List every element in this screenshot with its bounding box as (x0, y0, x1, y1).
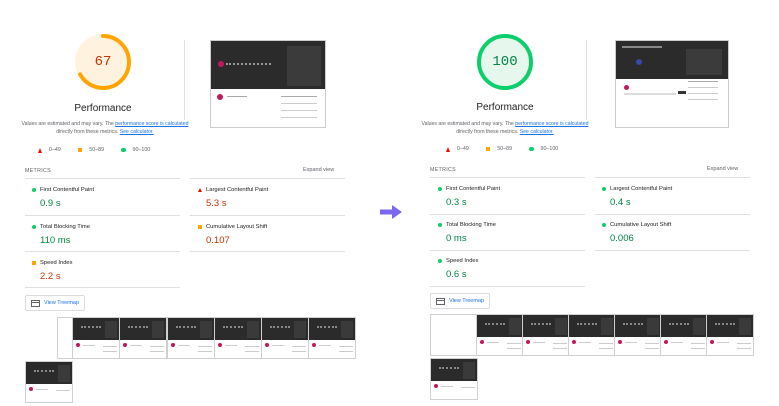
filmstrip-frame (308, 317, 356, 359)
filmstrip-frame (660, 314, 708, 356)
score-legend: 0–49 50–89 90–100 (38, 147, 167, 153)
filmstrip-frame (476, 314, 524, 356)
metrics-heading: METRICS (25, 168, 51, 174)
filmstrip-frame (522, 314, 570, 356)
pass-circle-icon (121, 147, 126, 153)
divider (190, 215, 345, 216)
performance-gauge: 100 (475, 32, 535, 92)
divider (184, 40, 185, 120)
performance-title: Performance (476, 102, 534, 113)
filmstrip-frame (430, 314, 478, 356)
divider (190, 178, 345, 179)
metric-status-icon (32, 188, 36, 192)
filmstrip-frame (614, 314, 662, 356)
filmstrip-frame (167, 317, 215, 359)
metric-status-icon (438, 187, 442, 191)
performance-score-link[interactable]: performance score is calculated (515, 121, 588, 127)
arrow-right-icon (380, 205, 402, 219)
treemap-icon (31, 299, 40, 307)
metric-status-icon (32, 261, 36, 265)
filmstrip-frame (261, 317, 309, 359)
divider (595, 177, 750, 178)
average-square-icon (485, 146, 491, 152)
divider (25, 251, 180, 252)
divider (586, 40, 587, 120)
divider (430, 250, 585, 251)
pass-circle-icon (529, 146, 534, 152)
metric-status-icon (32, 225, 36, 229)
expand-view-toggle[interactable]: Expand view (707, 166, 738, 172)
divider (595, 250, 750, 251)
divider (190, 251, 345, 252)
expand-view-toggle[interactable]: Expand view (303, 167, 334, 173)
report-before: 67 Performance Values are estimated and … (10, 0, 356, 406)
filmstrip-frame (706, 314, 754, 356)
report-after: 100 Performance Values are estimated and… (418, 0, 758, 406)
divider (430, 286, 585, 287)
score-legend: 0–49 50–89 90–100 (446, 146, 575, 152)
average-square-icon (77, 147, 83, 153)
performance-score-link[interactable]: performance score is calculated (115, 121, 188, 127)
see-calculator-link[interactable]: See calculator. (520, 129, 554, 135)
performance-score: 100 (492, 54, 518, 70)
view-treemap-button[interactable]: View Treemap (430, 293, 491, 309)
metric-status-icon (438, 259, 442, 263)
filmstrip-frame (72, 317, 120, 359)
divider (595, 214, 750, 215)
score-description: Values are estimated and may vary. The p… (421, 121, 589, 135)
metric-status-icon (198, 188, 202, 192)
metric-status-icon (602, 223, 606, 227)
performance-score: 67 (94, 54, 112, 70)
metric-status-icon (438, 223, 442, 227)
performance-gauge: 67 (73, 32, 133, 92)
performance-title: Performance (74, 103, 132, 114)
see-calculator-link[interactable]: See calculator. (120, 129, 154, 135)
fail-triangle-icon (38, 147, 42, 153)
divider (25, 178, 180, 179)
divider (25, 287, 180, 288)
view-treemap-button[interactable]: View Treemap (25, 295, 86, 311)
filmstrip-frame (430, 358, 478, 400)
filmstrip-frame (568, 314, 616, 356)
filmstrip-frame (25, 361, 73, 403)
score-description: Values are estimated and may vary. The p… (21, 121, 189, 135)
metrics-heading: METRICS (430, 167, 456, 173)
fail-triangle-icon (446, 146, 450, 152)
divider (430, 214, 585, 215)
metric-status-icon (602, 187, 606, 191)
divider (25, 215, 180, 216)
filmstrip-frame (119, 317, 167, 359)
final-screenshot[interactable] (615, 40, 729, 128)
treemap-icon (436, 297, 445, 305)
final-screenshot[interactable] (210, 40, 326, 128)
filmstrip-frame (214, 317, 262, 359)
divider (430, 177, 585, 178)
metric-status-icon (198, 225, 202, 229)
